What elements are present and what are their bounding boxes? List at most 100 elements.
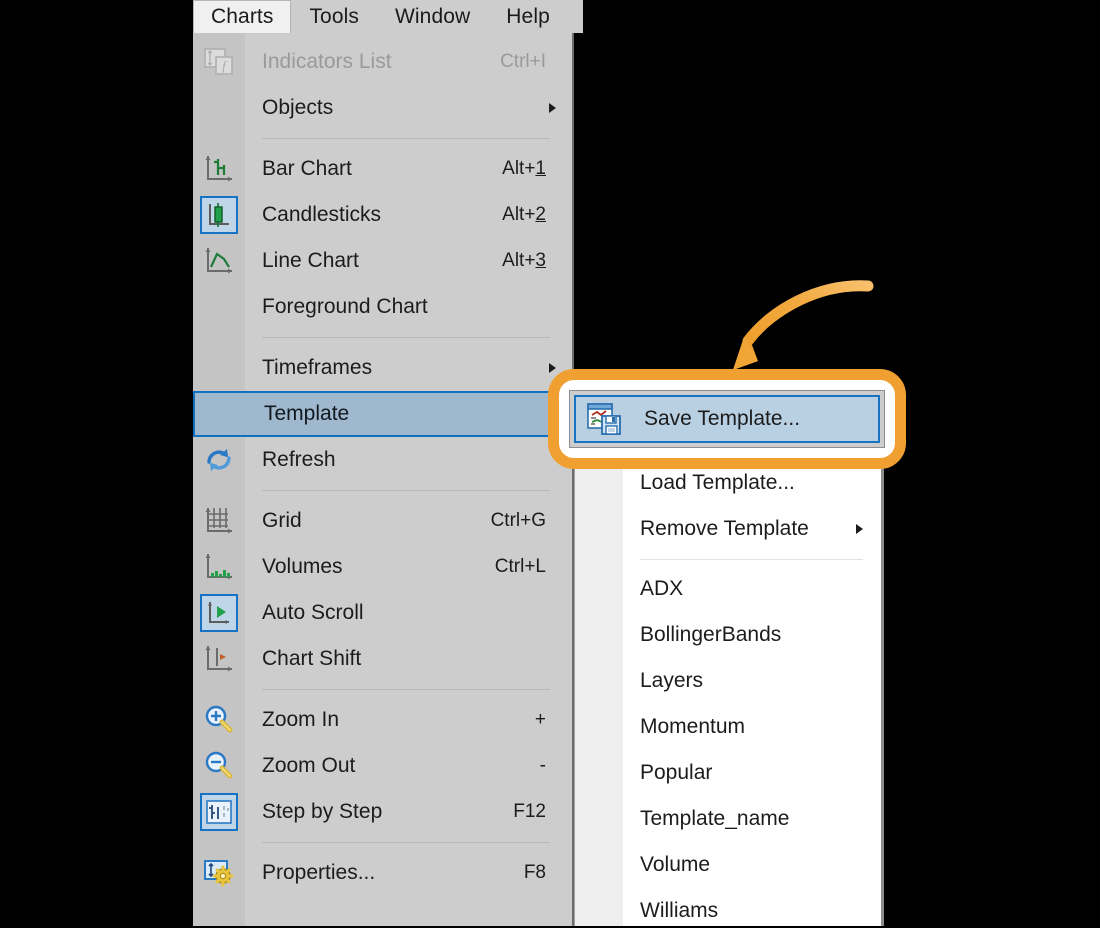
zoom-in-icon: [193, 697, 245, 743]
submenu-item-williams[interactable]: Williams: [575, 888, 881, 927]
menu-item-indicators-list-label: Indicators List: [262, 50, 392, 73]
menu-item-candlesticks-label: Candlesticks: [262, 203, 382, 226]
menu-item-step-by-step-accel: F12: [513, 801, 546, 822]
menu-item-foreground-chart[interactable]: Foreground Chart: [193, 284, 572, 330]
menubar-item-window[interactable]: Window: [377, 0, 488, 33]
menu-bar: Charts Tools Window Help: [193, 0, 583, 33]
submenu-item-popular-label: Popular: [640, 761, 713, 784]
menu-separator: [193, 682, 572, 697]
menu-item-auto-scroll[interactable]: Auto Scroll: [193, 590, 572, 636]
submenu-item-popular[interactable]: Popular: [575, 750, 881, 796]
menu-item-properties[interactable]: Properties... F8: [193, 850, 572, 896]
menu-item-grid-accel: Ctrl+G: [490, 510, 546, 531]
submenu-item-williams-label: Williams: [640, 899, 719, 922]
menu-item-chart-shift-label: Chart Shift: [262, 647, 362, 670]
menu-item-bar-chart[interactable]: Bar Chart Alt+1Alt+1: [193, 146, 572, 192]
menu-item-step-by-step-label: Step by Step: [262, 800, 383, 823]
menu-item-candlesticks-accel: Alt+2: [502, 204, 546, 225]
submenu-item-volume[interactable]: Volume: [575, 842, 881, 888]
bar-chart-icon: [193, 146, 245, 192]
step-by-step-icon: [193, 789, 245, 835]
menu-item-indicators-list[interactable]: f Indicators List Ctrl+I: [193, 39, 572, 85]
submenu-item-layers[interactable]: Layers: [575, 658, 881, 704]
refresh-icon: [193, 437, 245, 483]
zoom-out-icon: [193, 743, 245, 789]
menu-item-auto-scroll-label: Auto Scroll: [262, 601, 364, 624]
menu-separator: [193, 835, 572, 850]
submenu-item-bollingerbands[interactable]: BollingerBands: [575, 612, 881, 658]
volumes-icon: [193, 544, 245, 590]
submenu-item-volume-label: Volume: [640, 853, 711, 876]
save-template-highlight-callout: Save Template...: [548, 369, 906, 469]
menu-item-zoom-in-accel: +: [534, 709, 546, 730]
menu-item-zoom-out[interactable]: Zoom Out -: [193, 743, 572, 789]
submenu-item-template-name[interactable]: Template_name: [575, 796, 881, 842]
menu-item-line-chart[interactable]: Line Chart Alt+3: [193, 238, 572, 284]
menubar-item-help-label: Help: [506, 4, 550, 28]
menu-item-zoom-out-label: Zoom Out: [262, 754, 356, 777]
candlestick-icon: [193, 192, 245, 238]
submenu-item-adx-label: ADX: [640, 577, 684, 600]
menu-item-objects-label: Objects: [262, 96, 334, 119]
menubar-item-window-label: Window: [394, 4, 471, 28]
auto-scroll-icon: [193, 590, 245, 636]
menu-item-zoom-in[interactable]: Zoom In +: [193, 697, 572, 743]
menu-item-chart-shift[interactable]: Chart Shift: [193, 636, 572, 682]
menu-separator: [193, 131, 572, 146]
menubar-item-charts-label: Charts: [211, 5, 274, 28]
submenu-item-bollingerbands-label: BollingerBands: [640, 623, 782, 646]
menu-item-indicators-list-accel: Ctrl+I: [500, 51, 546, 72]
charts-dropdown-menu: f Indicators List Ctrl+I Objects Bar Cha…: [193, 33, 574, 928]
submenu-item-momentum-label: Momentum: [640, 715, 746, 738]
menu-item-candlesticks[interactable]: Candlesticks Alt+2: [193, 192, 572, 238]
menu-item-timeframes-label: Timeframes: [262, 356, 373, 379]
curved-arrow-annotation: [700, 275, 875, 380]
submenu-item-adx[interactable]: ADX: [575, 566, 881, 612]
menubar-item-tools[interactable]: Tools: [291, 0, 377, 33]
grid-icon: [193, 498, 245, 544]
menu-item-properties-label: Properties...: [262, 861, 376, 884]
properties-icon: [193, 850, 245, 896]
submenu-item-template-name-label: Template_name: [640, 807, 790, 830]
menu-item-refresh-label: Refresh: [262, 448, 336, 471]
menubar-item-tools-label: Tools: [309, 4, 359, 28]
menu-item-template[interactable]: Template: [193, 391, 572, 437]
submenu-item-save-template-highlighted[interactable]: Save Template...: [574, 395, 880, 443]
menu-item-objects[interactable]: Objects: [193, 85, 572, 131]
menu-item-template-label: Template: [264, 402, 350, 425]
submenu-item-load-template-label: Load Template...: [640, 471, 795, 494]
menu-separator: [193, 330, 572, 345]
submenu-item-layers-label: Layers: [640, 669, 704, 692]
menu-item-step-by-step[interactable]: Step by Step F12: [193, 789, 572, 835]
chart-shift-icon: [193, 636, 245, 682]
menu-item-properties-accel: F8: [523, 862, 546, 883]
menubar-item-help[interactable]: Help: [488, 0, 568, 33]
menu-item-zoom-in-label: Zoom In: [262, 708, 340, 731]
menu-item-line-chart-accel: Alt+3: [502, 250, 546, 271]
submenu-item-remove-template-label: Remove Template: [640, 517, 809, 540]
menu-item-line-chart-label: Line Chart: [262, 249, 359, 272]
save-template-icon: [576, 397, 632, 441]
chevron-right-icon: [549, 103, 556, 113]
menu-item-refresh[interactable]: Refresh: [193, 437, 572, 483]
menu-separator: [193, 483, 572, 498]
callout-target-label: Save Template...: [644, 407, 801, 430]
menu-item-volumes-label: Volumes: [262, 555, 343, 578]
menu-item-grid-label: Grid: [262, 509, 302, 532]
indicators-list-icon: f: [193, 39, 245, 85]
menu-item-zoom-out-accel: -: [539, 755, 546, 776]
callout-inner-frame: Save Template...: [569, 390, 885, 448]
menu-item-bar-chart-label: Bar Chart: [262, 157, 352, 180]
menu-item-foreground-chart-label: Foreground Chart: [262, 295, 428, 318]
line-chart-icon: [193, 238, 245, 284]
submenu-item-momentum[interactable]: Momentum: [575, 704, 881, 750]
menu-item-grid[interactable]: Grid Ctrl+G: [193, 498, 572, 544]
menu-item-volumes[interactable]: Volumes Ctrl+L: [193, 544, 572, 590]
menu-item-timeframes[interactable]: Timeframes: [193, 345, 572, 391]
submenu-item-remove-template[interactable]: Remove Template: [575, 506, 881, 552]
menu-item-bar-chart-accel: Alt+1Alt+1: [502, 158, 546, 179]
menubar-item-charts[interactable]: Charts: [193, 0, 292, 33]
chevron-right-icon: [549, 363, 556, 373]
menu-item-volumes-accel: Ctrl+L: [494, 556, 546, 577]
screenshot-root: Charts Tools Window Help f Indicators Li: [0, 0, 1100, 928]
